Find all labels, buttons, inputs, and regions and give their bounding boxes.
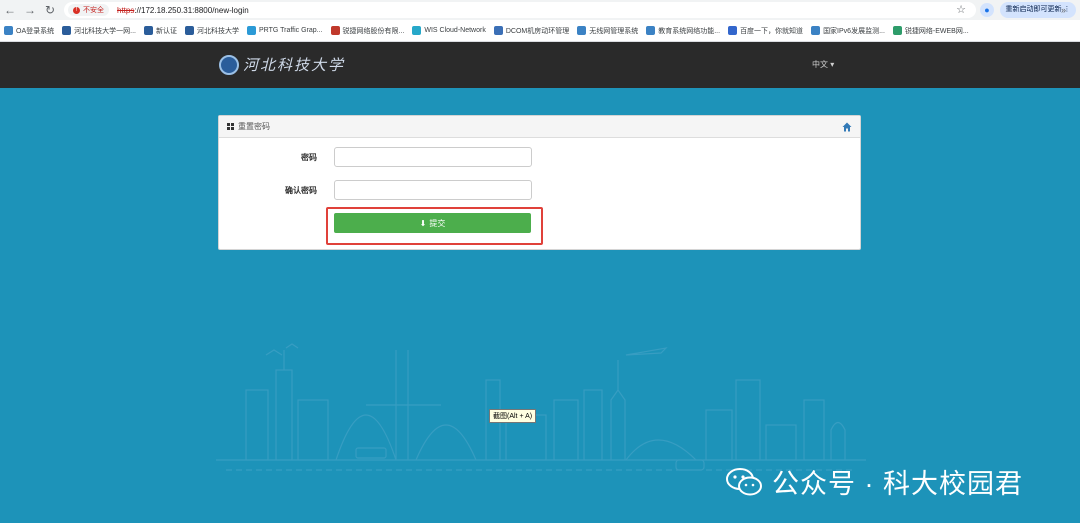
submit-button[interactable]: ⬇ 提交 [334, 213, 531, 233]
password-input[interactable] [334, 147, 532, 167]
logo-emblem-icon [219, 54, 239, 75]
bookmark-favicon-icon [184, 26, 194, 35]
university-logo[interactable]: 河北科技大学 [219, 54, 345, 75]
bookmark-label: 无线网管理系统 [589, 27, 639, 35]
bookmark-favicon-icon [412, 26, 422, 35]
site-header: 河北科技大学 中文 ▾ [0, 42, 1080, 88]
bookmark-item[interactable]: 百度一下，你就知道 [728, 26, 803, 36]
bookmark-label: WIS Cloud-Network [424, 27, 486, 34]
reload-icon[interactable]: ↻ [40, 0, 60, 20]
browser-toolbar: ← → ↻ ! 不安全 https://172.18.250.31:8800/n… [0, 0, 1080, 20]
bookmarks-overflow-icon[interactable]: » [1061, 5, 1066, 15]
wechat-watermark: 公众号 · 科大校园君 [726, 462, 1023, 501]
bookmark-label: 百度一下，你就知道 [740, 27, 804, 35]
address-bar[interactable]: ! 不安全 https://172.18.250.31:8800/new-log… [64, 2, 976, 18]
bookmark-star-icon[interactable]: ☆ [956, 3, 966, 16]
security-label: 不安全 [83, 7, 104, 14]
forward-icon[interactable]: → [20, 0, 40, 20]
bookmark-label: 教育系统网络功能... [658, 27, 721, 35]
bookmark-label: 锐捷网络股份有限... [342, 27, 405, 35]
bookmark-favicon-icon [646, 26, 656, 35]
warning-icon: ! [73, 6, 80, 14]
bookmark-item[interactable]: 锐捷网络股份有限... [330, 26, 405, 36]
bookmark-item[interactable]: DCOM机房动环管理 [493, 26, 570, 36]
bookmark-favicon-icon [892, 26, 902, 35]
password-label: 密码 [301, 153, 317, 162]
back-icon[interactable]: ← [0, 0, 20, 20]
bookmarks-bar: OA登录系统 河北科技大学一网... 新认证 河北科技大学 PRTG Traffic G… [0, 20, 1080, 42]
download-icon: ⬇ [419, 218, 427, 228]
confirm-password-label: 确认密码 [285, 186, 317, 195]
confirm-password-input[interactable] [334, 180, 532, 200]
bookmark-favicon-icon [811, 26, 821, 35]
bookmark-item[interactable]: 无线网管理系统 [577, 26, 638, 36]
password-row: 密码 [219, 147, 862, 167]
confirm-password-row: 确认密码 [219, 180, 862, 200]
bookmark-label: 新认证 [155, 27, 177, 35]
bookmark-favicon-icon [246, 26, 256, 35]
bookmark-favicon-icon [330, 26, 340, 35]
language-dropdown[interactable]: 中文 ▾ [812, 59, 834, 70]
submit-label: 提交 [429, 218, 446, 228]
watermark-text: 公众号 · 科大校园君 [772, 469, 1023, 499]
bookmark-item[interactable]: 河北科技大学 [184, 26, 239, 36]
panel-title: 重置密码 [238, 122, 270, 131]
panel-header: 重置密码 [219, 116, 860, 138]
bookmark-label: DCOM机房动环管理 [505, 27, 570, 35]
bookmark-label: 国家IPv6发展监测... [823, 27, 885, 35]
bookmark-item[interactable]: OA登录系统 [4, 26, 54, 36]
bookmark-label: OA登录系统 [16, 27, 55, 35]
bookmark-favicon-icon [728, 26, 738, 35]
bookmark-favicon-icon [62, 26, 72, 35]
logo-text: 河北科技大学 [243, 56, 346, 74]
bookmark-label: PRTG Traffic Grap... [258, 27, 323, 34]
bookmark-label: 河北科技大学一网... [74, 27, 136, 35]
security-chip[interactable]: ! 不安全 [68, 4, 109, 16]
bookmark-item[interactable]: 新认证 [143, 26, 177, 36]
url-text[interactable]: https://172.18.250.31:8800/new-login [117, 6, 249, 15]
bookmark-item[interactable]: 教育系统网络功能... [646, 26, 720, 36]
bookmark-favicon-icon [4, 26, 13, 35]
bookmark-favicon-icon [493, 26, 503, 35]
grid-icon [227, 123, 234, 130]
profile-icon[interactable]: ● [980, 3, 994, 17]
bookmark-label: 河北科技大学 [196, 27, 239, 35]
bookmark-favicon-icon [143, 26, 153, 35]
bookmark-item[interactable]: PRTG Traffic Grap... [246, 26, 323, 35]
bookmark-item[interactable]: WIS Cloud-Network [412, 26, 486, 35]
bookmark-label: 锐捷网络-EWEB网... [904, 27, 969, 35]
screenshot-tooltip: 截图(Alt + A) [489, 409, 537, 423]
home-icon[interactable] [842, 122, 852, 132]
bookmark-item[interactable]: 国家IPv6发展监测... [811, 26, 885, 36]
bookmark-item[interactable]: 河北科技大学一网... [62, 26, 136, 36]
bookmark-item[interactable]: 锐捷网络-EWEB网... [892, 26, 969, 36]
wechat-icon [726, 467, 762, 495]
bookmark-favicon-icon [577, 26, 587, 35]
